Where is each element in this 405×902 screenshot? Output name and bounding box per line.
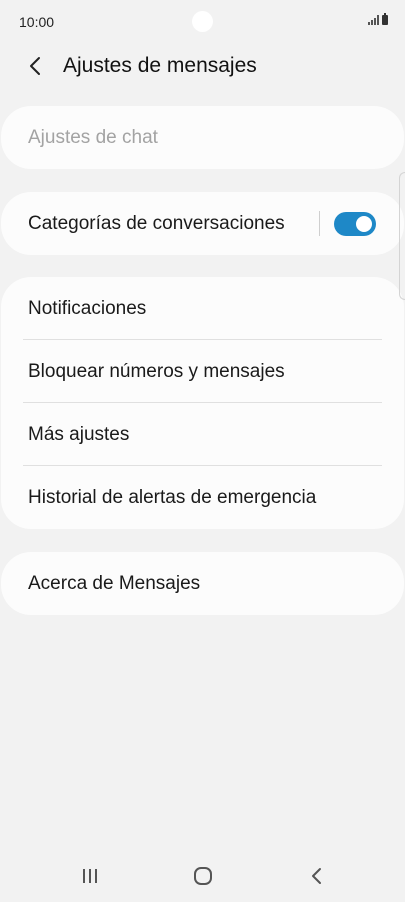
status-bar: 10:00	[0, 0, 405, 44]
categories-item[interactable]: Categorías de conversaciones	[1, 192, 404, 255]
main-settings-card: Notificaciones Bloquear números y mensaj…	[1, 277, 404, 529]
back-button[interactable]	[22, 52, 50, 80]
categories-card: Categorías de conversaciones	[1, 192, 404, 255]
home-button[interactable]	[191, 864, 215, 888]
chat-settings-item: Ajustes de chat	[1, 106, 404, 169]
battery-icon	[382, 13, 388, 25]
list-item-notifications[interactable]: Notificaciones	[1, 277, 404, 340]
list-item-label: Historial de alertas de emergencia	[28, 486, 317, 508]
signal-icon	[368, 15, 379, 25]
nav-back-button[interactable]	[305, 864, 329, 888]
scrollbar[interactable]	[399, 172, 405, 300]
chat-settings-card: Ajustes de chat	[1, 106, 404, 169]
toggle-knob	[354, 214, 374, 234]
back-icon	[312, 868, 321, 884]
chevron-left-icon	[30, 57, 40, 75]
categories-label: Categorías de conversaciones	[28, 212, 285, 234]
recent-apps-button[interactable]	[78, 864, 102, 888]
navigation-bar	[0, 850, 405, 902]
list-item-label: Notificaciones	[28, 297, 147, 319]
camera-cutout	[192, 11, 213, 32]
categories-toggle[interactable]	[334, 212, 376, 236]
list-item-label: Bloquear números y mensajes	[28, 360, 285, 382]
about-card: Acerca de Mensajes	[1, 552, 404, 615]
list-item-block-numbers[interactable]: Bloquear números y mensajes	[1, 340, 404, 403]
status-icons	[368, 13, 388, 25]
app-header: Ajustes de mensajes	[0, 44, 405, 88]
chat-settings-label: Ajustes de chat	[28, 126, 158, 148]
list-item-more-settings[interactable]: Más ajustes	[1, 403, 404, 466]
status-time: 10:00	[19, 14, 55, 30]
toggle-divider	[319, 211, 320, 236]
page-title: Ajustes de mensajes	[63, 54, 257, 77]
about-label: Acerca de Mensajes	[28, 572, 201, 594]
home-icon	[194, 867, 212, 885]
list-item-emergency-alerts[interactable]: Historial de alertas de emergencia	[1, 466, 404, 529]
list-item-label: Más ajustes	[28, 423, 130, 445]
list-item-about[interactable]: Acerca de Mensajes	[1, 552, 404, 615]
recent-apps-icon	[83, 869, 97, 883]
